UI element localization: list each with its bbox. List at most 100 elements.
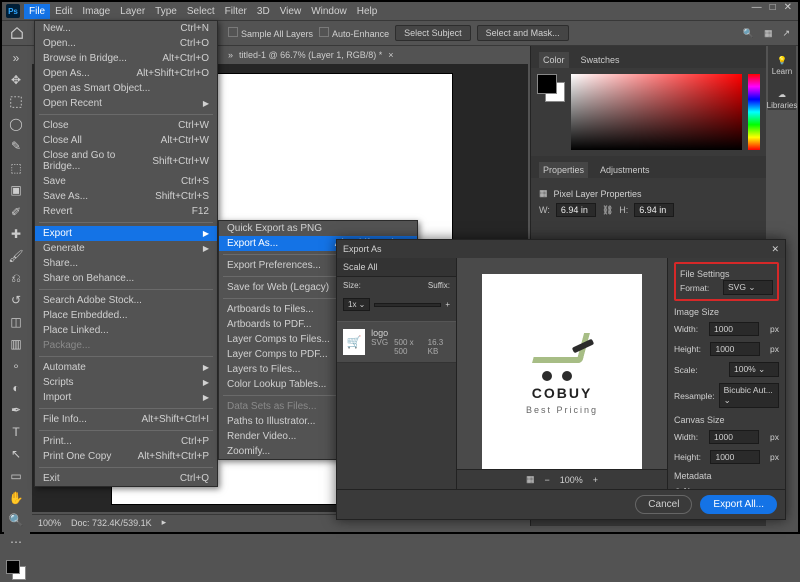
link-icon[interactable]: ⛓: [602, 205, 613, 216]
menu-edit[interactable]: Edit: [50, 4, 77, 19]
heal-tool-icon[interactable]: ✚: [4, 224, 28, 244]
add-scale-button[interactable]: +: [445, 300, 450, 309]
path-select-tool-icon[interactable]: ↖: [4, 444, 28, 464]
home-icon[interactable]: [6, 22, 28, 44]
asset-row[interactable]: 🛒 logo SVG 500 x 500 16.3 KB: [337, 321, 456, 363]
tab-color[interactable]: Color: [539, 52, 569, 68]
hue-strip[interactable]: [748, 74, 760, 150]
menu-filter[interactable]: Filter: [220, 4, 252, 19]
chevrons-icon[interactable]: »: [4, 48, 28, 68]
file-menu-item[interactable]: Automate▶: [35, 360, 217, 375]
share-icon[interactable]: ↗: [782, 28, 790, 39]
file-menu-item[interactable]: Open Recent▶: [35, 96, 217, 111]
stamp-tool-icon[interactable]: ⎌: [4, 268, 28, 288]
dodge-tool-icon[interactable]: ◐: [4, 378, 28, 398]
cancel-button[interactable]: Cancel: [635, 495, 692, 514]
scale-select[interactable]: 100% ⌄: [729, 362, 779, 377]
eyedropper-tool-icon[interactable]: ✐: [4, 202, 28, 222]
menu-type[interactable]: Type: [150, 4, 182, 19]
file-menu-item[interactable]: Search Adobe Stock...: [35, 293, 217, 308]
crop-tool-icon[interactable]: ⬚: [4, 158, 28, 178]
learn-panel-button[interactable]: 💡Learn: [772, 56, 792, 76]
frame-tool-icon[interactable]: ▣: [4, 180, 28, 200]
history-brush-tool-icon[interactable]: ↺: [4, 290, 28, 310]
color-chips[interactable]: [4, 558, 28, 582]
menu-3d[interactable]: 3D: [252, 4, 275, 19]
lasso-tool-icon[interactable]: ◯: [4, 114, 28, 134]
pen-tool-icon[interactable]: ✒: [4, 400, 28, 420]
export-menu-item[interactable]: Quick Export as PNG: [219, 221, 417, 236]
file-menu-item[interactable]: Close AllAlt+Ctrl+W: [35, 133, 217, 148]
minimize-icon[interactable]: —: [752, 2, 762, 13]
menu-image[interactable]: Image: [77, 4, 115, 19]
close-icon[interactable]: ✕: [784, 2, 792, 13]
color-field[interactable]: [571, 74, 742, 150]
menu-layer[interactable]: Layer: [115, 4, 150, 19]
hand-tool-icon[interactable]: ✋: [4, 488, 28, 508]
file-menu-item[interactable]: ExitCtrl+Q: [35, 471, 217, 486]
file-menu-item[interactable]: Open as Smart Object...: [35, 81, 217, 96]
file-menu-item[interactable]: New...Ctrl+N: [35, 21, 217, 36]
file-menu-item[interactable]: File Info...Alt+Shift+Ctrl+I: [35, 412, 217, 427]
scale-select[interactable]: 1x ⌄: [343, 298, 370, 311]
chevron-right-icon[interactable]: ▸: [162, 517, 167, 528]
search-icon[interactable]: 🔍: [743, 28, 754, 39]
canvas-height-input[interactable]: 1000: [710, 450, 760, 464]
image-height-input[interactable]: 1000: [710, 342, 760, 356]
auto-enhance-checkbox[interactable]: Auto-Enhance: [319, 27, 389, 39]
file-menu-item[interactable]: Browse in Bridge...Alt+Ctrl+O: [35, 51, 217, 66]
more-tools-icon[interactable]: ⋯: [4, 532, 28, 552]
menu-window[interactable]: Window: [306, 4, 352, 19]
image-width-input[interactable]: 1000: [709, 322, 759, 336]
checker-icon[interactable]: ▦: [526, 474, 535, 485]
file-menu-item[interactable]: RevertF12: [35, 204, 217, 219]
suffix-input[interactable]: [374, 303, 441, 307]
workspace-icon[interactable]: ▦: [764, 28, 773, 39]
file-menu-item[interactable]: Generate▶: [35, 241, 217, 256]
file-menu-item[interactable]: Close and Go to Bridge...Shift+Ctrl+W: [35, 148, 217, 174]
file-menu-item[interactable]: Import▶: [35, 390, 217, 405]
marquee-tool-icon[interactable]: [4, 92, 28, 112]
sample-all-layers-checkbox[interactable]: Sample All Layers: [228, 27, 313, 39]
type-tool-icon[interactable]: T: [4, 422, 28, 442]
canvas-width-input[interactable]: 1000: [709, 430, 759, 444]
select-and-mask-button[interactable]: Select and Mask...: [477, 25, 569, 41]
file-menu-item[interactable]: Share...: [35, 256, 217, 271]
document-tab[interactable]: titled-1 @ 66.7% (Layer 1, RGB/8) *: [239, 50, 382, 60]
resample-select[interactable]: Bicubic Aut... ⌄: [719, 383, 779, 408]
export-all-button[interactable]: Export All...: [700, 495, 777, 514]
width-field[interactable]: 6.94 in: [556, 203, 596, 217]
file-menu-item[interactable]: Place Embedded...: [35, 308, 217, 323]
file-menu-item[interactable]: Save As...Shift+Ctrl+S: [35, 189, 217, 204]
select-subject-button[interactable]: Select Subject: [395, 25, 471, 41]
format-select[interactable]: SVG ⌄: [723, 280, 773, 295]
zoom-out-button[interactable]: −: [544, 475, 549, 485]
status-zoom[interactable]: 100%: [38, 518, 61, 528]
tab-close-icon[interactable]: ×: [388, 50, 393, 60]
file-menu-item[interactable]: Print One CopyAlt+Shift+Ctrl+P: [35, 449, 217, 464]
move-tool-icon[interactable]: ✥: [4, 70, 28, 90]
color-chips[interactable]: [537, 74, 565, 102]
eraser-tool-icon[interactable]: ◫: [4, 312, 28, 332]
file-menu-item[interactable]: Print...Ctrl+P: [35, 434, 217, 449]
menu-view[interactable]: View: [275, 4, 307, 19]
menu-help[interactable]: Help: [352, 4, 383, 19]
file-menu-item[interactable]: Scripts▶: [35, 375, 217, 390]
file-menu-item[interactable]: SaveCtrl+S: [35, 174, 217, 189]
maximize-icon[interactable]: □: [770, 2, 776, 13]
libraries-panel-button[interactable]: ☁Libraries: [767, 90, 798, 110]
tab-swatches[interactable]: Swatches: [577, 52, 624, 68]
zoom-in-button[interactable]: +: [593, 475, 598, 485]
menu-select[interactable]: Select: [182, 4, 220, 19]
menu-file[interactable]: File: [24, 4, 50, 19]
tab-adjustments[interactable]: Adjustments: [596, 162, 654, 178]
quick-select-tool-icon[interactable]: ✎: [4, 136, 28, 156]
file-menu-item[interactable]: Place Linked...: [35, 323, 217, 338]
shape-tool-icon[interactable]: ▭: [4, 466, 28, 486]
close-icon[interactable]: ✕: [771, 244, 779, 255]
brush-tool-icon[interactable]: 🖌: [4, 246, 28, 266]
file-menu-item[interactable]: Open...Ctrl+O: [35, 36, 217, 51]
gradient-tool-icon[interactable]: ▥: [4, 334, 28, 354]
file-menu-item[interactable]: CloseCtrl+W: [35, 118, 217, 133]
file-menu-item[interactable]: Export▶: [35, 226, 217, 241]
